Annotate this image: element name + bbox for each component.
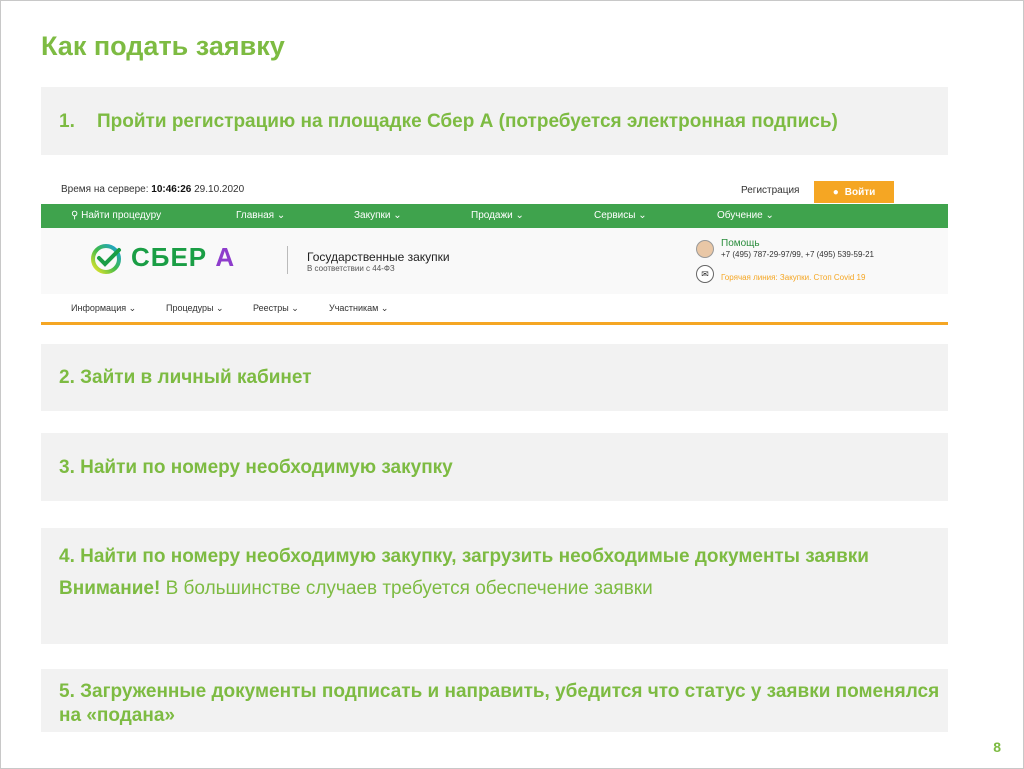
- site-submenu: Информация ⌄ Процедуры ⌄ Реестры ⌄ Участ…: [41, 294, 948, 322]
- brand-divider: [287, 246, 288, 274]
- sber-logo-icon: [91, 244, 121, 274]
- section-title: Государственные закупки: [307, 250, 450, 264]
- page-title: Как подать заявку: [41, 31, 285, 61]
- chevron-down-icon: ⌄: [380, 303, 389, 313]
- search-icon: ⚲: [71, 210, 79, 221]
- step-4: 4. Найти по номеру необходимую закупку, …: [41, 528, 948, 644]
- site-topbar: Время на сервере: 10:46:26 29.10.2020 Ре…: [41, 176, 948, 204]
- login-button[interactable]: ● Войти: [814, 181, 894, 203]
- phone-numbers: +7 (495) 787-29-97/99, +7 (495) 539-59-2…: [721, 250, 874, 259]
- help-link[interactable]: Помощь: [721, 238, 760, 249]
- chevron-down-icon: ⌄: [128, 303, 137, 313]
- site-nav: ⚲ Найти процедуру Главная ⌄ Закупки ⌄ Пр…: [41, 204, 948, 228]
- site-screenshot: Время на сервере: 10:46:26 29.10.2020 Ре…: [41, 176, 948, 325]
- nav-purchases[interactable]: Закупки ⌄: [354, 210, 402, 221]
- nav-sales[interactable]: Продажи ⌄: [471, 210, 524, 221]
- orange-underline: [41, 322, 948, 325]
- hotline-link[interactable]: Горячая линия: Закупки. Стоп Covid 19: [721, 273, 865, 282]
- submenu-registries[interactable]: Реестры ⌄: [253, 303, 299, 314]
- step-2: 2. Зайти в личный кабинет: [41, 344, 948, 411]
- step-3: 3. Найти по номеру необходимую закупку: [41, 433, 948, 501]
- chevron-down-icon: ⌄: [765, 210, 774, 221]
- brand-name: СБЕР А: [131, 242, 236, 272]
- support-avatar-icon: [696, 240, 714, 258]
- server-time: Время на сервере: 10:46:26 29.10.2020: [61, 184, 245, 195]
- step-1-text: Пройти регистрацию на площадке Сбер А (п…: [97, 111, 838, 132]
- step-1-number: 1.: [59, 111, 75, 132]
- brand-row: СБЕР А Государственные закупки В соответ…: [41, 228, 948, 294]
- step-4-text: 4. Найти по номеру необходимую закупку, …: [59, 546, 869, 567]
- chevron-down-icon: ⌄: [515, 210, 524, 221]
- page-number: 8: [993, 739, 1001, 755]
- chevron-down-icon: ⌄: [638, 210, 647, 221]
- step-4-warning: Внимание! В большинстве случаев требуетс…: [59, 578, 653, 599]
- nav-main[interactable]: Главная ⌄: [236, 210, 285, 221]
- step-1: 1. Пройти регистрацию на площадке Сбер А …: [41, 87, 948, 155]
- user-icon: ●: [832, 186, 839, 198]
- submenu-info[interactable]: Информация ⌄: [71, 303, 136, 314]
- mail-icon[interactable]: ✉: [696, 265, 714, 283]
- submenu-procedures[interactable]: Процедуры ⌄: [166, 303, 224, 314]
- register-link[interactable]: Регистрация: [741, 185, 799, 196]
- section-subtitle: В соответствии с 44-ФЗ: [307, 264, 395, 273]
- chevron-down-icon: ⌄: [393, 210, 402, 221]
- chevron-down-icon: ⌄: [291, 303, 299, 313]
- chevron-down-icon: ⌄: [276, 210, 286, 221]
- step-5: 5. Загруженные документы подписать и нап…: [41, 669, 948, 732]
- slide: Как подать заявку 1. Пройти регистрацию н…: [0, 0, 1024, 769]
- nav-learning[interactable]: Обучение ⌄: [717, 210, 774, 221]
- nav-search[interactable]: ⚲ Найти процедуру: [71, 210, 161, 221]
- submenu-participants[interactable]: Участникам ⌄: [329, 303, 388, 314]
- nav-services[interactable]: Сервисы ⌄: [594, 210, 647, 221]
- chevron-down-icon: ⌄: [215, 303, 224, 313]
